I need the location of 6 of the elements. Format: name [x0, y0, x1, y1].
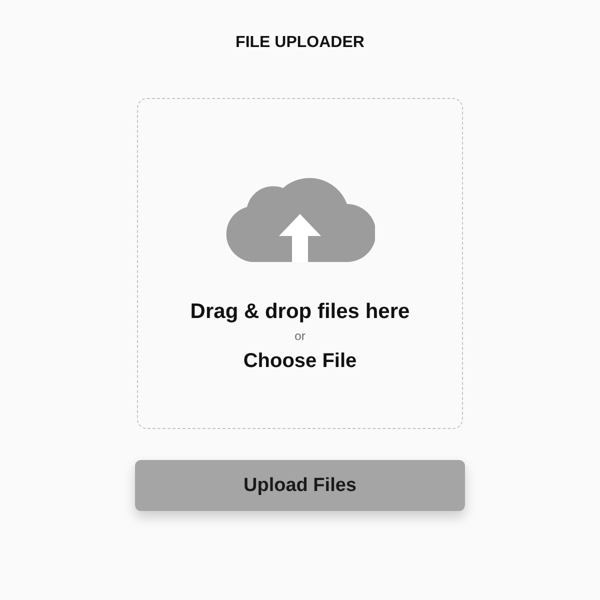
drop-prompt: Drag & drop files here	[190, 300, 410, 324]
upload-button[interactable]: Upload Files	[135, 460, 465, 511]
choose-file-link[interactable]: Choose File	[243, 349, 357, 373]
separator-text: or	[294, 329, 306, 343]
drop-zone[interactable]: Drag & drop files here or Choose File	[137, 98, 463, 429]
page-title: FILE UPLOADER	[236, 34, 364, 52]
